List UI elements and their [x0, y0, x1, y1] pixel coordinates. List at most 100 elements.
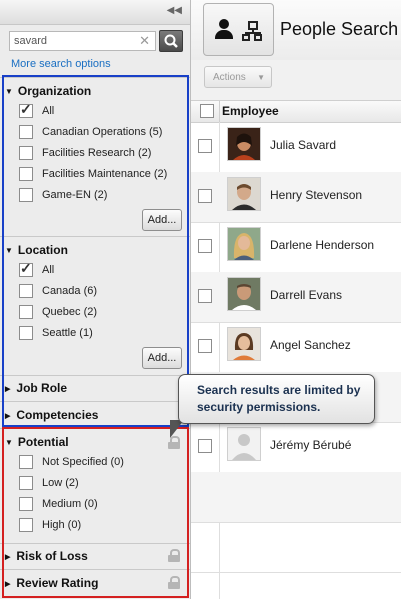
filter-option[interactable]: All: [19, 260, 55, 278]
table-row[interactable]: Darrell Evans: [191, 272, 401, 323]
divider: [0, 236, 190, 237]
checkbox[interactable]: [19, 167, 33, 181]
column-separator: [219, 101, 220, 122]
filter-option[interactable]: All: [19, 101, 55, 119]
filter-label: Low (2): [42, 477, 79, 489]
header: People Search: [191, 0, 401, 60]
filter-sidebar: ◀◀ ✕ More search options Organization Al…: [0, 0, 191, 599]
section-title: Competencies: [16, 408, 99, 422]
filter-option[interactable]: Canada (6): [19, 283, 97, 299]
more-search-options-link[interactable]: More search options: [11, 58, 111, 70]
checkbox[interactable]: [19, 326, 33, 340]
view-toggle-button[interactable]: [203, 3, 274, 56]
checkbox[interactable]: [19, 260, 33, 277]
employee-name[interactable]: Angel Sanchez: [270, 338, 351, 352]
section-job-role-toggle[interactable]: Job Role: [5, 381, 67, 395]
filter-option[interactable]: Low (2): [19, 475, 79, 491]
row-checkbox[interactable]: [198, 439, 212, 453]
actions-dropdown[interactable]: Actions ▼: [204, 66, 272, 88]
filter-label: Not Specified (0): [42, 456, 124, 468]
filter-label: All: [42, 264, 55, 276]
lock-icon: [168, 549, 180, 562]
row-checkbox[interactable]: [198, 189, 212, 203]
checkbox[interactable]: [19, 455, 33, 469]
filter-label: Medium (0): [42, 498, 98, 510]
checkbox[interactable]: [19, 101, 33, 118]
table-row[interactable]: Angel Sanchez: [191, 322, 401, 373]
highlight-outline-red: [2, 427, 189, 598]
table-row[interactable]: Julia Savard: [191, 122, 401, 173]
add-organization-button[interactable]: Add...: [142, 209, 182, 231]
toolbar: Actions ▼: [191, 60, 401, 100]
filter-option[interactable]: Game-EN (2): [19, 187, 107, 203]
employee-name[interactable]: Darlene Henderson: [270, 238, 374, 252]
collapse-sidebar-icon[interactable]: ◀◀: [167, 5, 182, 16]
filter-label: Seattle (1): [42, 327, 93, 339]
employee-name[interactable]: Henry Stevenson: [270, 188, 362, 202]
row-checkbox[interactable]: [198, 289, 212, 303]
filter-label: Canada (6): [42, 285, 98, 297]
employee-name[interactable]: Jérémy Bérubé: [270, 438, 351, 452]
employee-name[interactable]: Darrell Evans: [270, 288, 342, 302]
table-row: [191, 472, 401, 523]
filter-option[interactable]: Facilities Research (2): [19, 145, 151, 161]
security-tooltip: Search results are limited by security p…: [178, 374, 375, 424]
search-input[interactable]: [10, 32, 138, 50]
avatar: [227, 127, 261, 161]
section-title: Organization: [17, 84, 92, 98]
main-panel: People Search Actions ▼ Employee Julia Sa…: [191, 0, 401, 599]
filter-option[interactable]: Not Specified (0): [19, 454, 124, 470]
filter-option[interactable]: Quebec (2): [19, 304, 97, 320]
filter-label: Facilities Maintenance (2): [42, 168, 168, 180]
checkbox[interactable]: [19, 497, 33, 511]
chevron-down-icon: ▼: [257, 73, 265, 82]
section-review-rating-toggle[interactable]: Review Rating: [5, 576, 98, 590]
filter-label: Canadian Operations (5): [42, 126, 163, 138]
divider: [0, 543, 190, 544]
checkbox[interactable]: [19, 305, 33, 319]
divider: [0, 428, 190, 429]
checkbox[interactable]: [19, 146, 33, 160]
table-row[interactable]: Darlene Henderson: [191, 222, 401, 273]
section-organization-toggle[interactable]: Organization: [5, 84, 91, 98]
search-field[interactable]: ✕: [9, 31, 156, 51]
row-checkbox[interactable]: [198, 139, 212, 153]
divider: [0, 401, 190, 402]
section-competencies-toggle[interactable]: Competencies: [5, 408, 98, 422]
filter-option[interactable]: Medium (0): [19, 496, 98, 512]
clear-search-icon[interactable]: ✕: [139, 33, 150, 49]
sidebar-collapse-bar: ◀◀: [0, 0, 190, 25]
add-location-button[interactable]: Add...: [142, 347, 182, 369]
section-title: Potential: [17, 435, 69, 449]
search-button[interactable]: [159, 30, 183, 52]
section-title: Risk of Loss: [16, 549, 88, 563]
checkbox[interactable]: [19, 518, 33, 532]
filter-option[interactable]: Canadian Operations (5): [19, 124, 162, 140]
checkbox[interactable]: [19, 125, 33, 139]
checkbox[interactable]: [19, 284, 33, 298]
section-title: Review Rating: [16, 576, 99, 590]
employee-name[interactable]: Julia Savard: [270, 138, 336, 152]
filter-option[interactable]: Facilities Maintenance (2): [19, 166, 167, 182]
filter-label: All: [42, 105, 55, 117]
search-icon: [164, 34, 178, 48]
grid-body: Julia Savard Henry Stevenson Darlene Hen…: [191, 122, 401, 599]
checkbox[interactable]: [19, 476, 33, 490]
avatar: [227, 327, 261, 361]
tooltip-text: Search results are limited by security p…: [197, 383, 361, 414]
table-row[interactable]: Jérémy Bérubé: [191, 422, 401, 473]
column-header-employee[interactable]: Employee: [222, 104, 279, 118]
select-all-checkbox[interactable]: [200, 104, 214, 118]
section-potential-toggle[interactable]: Potential: [5, 435, 69, 449]
filter-label: High (0): [42, 519, 82, 531]
section-risk-of-loss-toggle[interactable]: Risk of Loss: [5, 549, 88, 563]
checkbox[interactable]: [19, 188, 33, 202]
section-location-toggle[interactable]: Location: [5, 243, 68, 257]
org-chart-icon: [242, 21, 264, 41]
filter-option[interactable]: Seattle (1): [19, 325, 93, 341]
row-checkbox[interactable]: [198, 239, 212, 253]
table-row[interactable]: Henry Stevenson: [191, 172, 401, 223]
row-checkbox[interactable]: [198, 339, 212, 353]
filter-label: Game-EN (2): [42, 189, 108, 201]
filter-option[interactable]: High (0): [19, 517, 81, 533]
